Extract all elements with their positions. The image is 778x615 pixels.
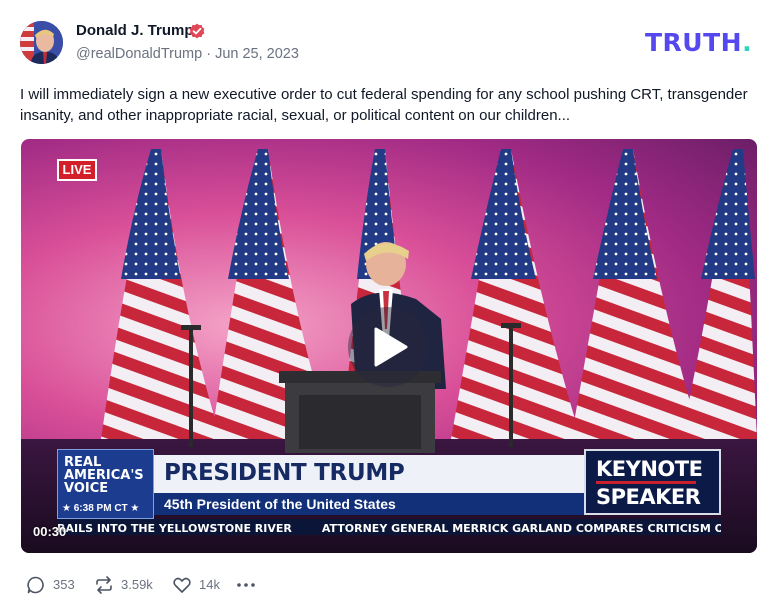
- video-timestamp: 00:30: [33, 524, 67, 539]
- retruth-icon: [96, 576, 112, 594]
- post-text[interactable]: I will immediately sign a new executive …: [20, 84, 760, 126]
- retruth-count: 3.59k: [121, 577, 153, 592]
- logo-text: TRUTH: [645, 28, 743, 57]
- truth-post: Donald J. Trump @realDonaldTrump · Jun 2…: [0, 0, 778, 615]
- live-badge: LIVE: [57, 159, 97, 181]
- video-player[interactable]: LIVE REAL AMERICA'S VOICE ★ 6:38 PM CT ★…: [21, 139, 757, 553]
- ticker-item: ATTORNEY GENERAL MERRICK GARLAND COMPARE…: [321, 522, 721, 535]
- handle-and-date[interactable]: @realDonaldTrump · Jun 25, 2023: [76, 46, 299, 62]
- chyron-subhead: 45th President of the United States: [164, 496, 396, 512]
- keynote-speaker-badge: KEYNOTE SPEAKER: [584, 449, 721, 515]
- reply-icon: [27, 576, 44, 594]
- like-count: 14k: [199, 577, 220, 592]
- chyron-headline: PRESIDENT TRUMP: [164, 460, 405, 486]
- keynote-line-1: KEYNOTE: [596, 457, 703, 481]
- logo-dot: .: [742, 28, 753, 57]
- ticker-item: RAILS INTO THE YELLOWSTONE RIVER: [57, 522, 292, 535]
- network-logo: REAL AMERICA'S VOICE ★ 6:38 PM CT ★: [57, 449, 154, 519]
- lower-third: REAL AMERICA'S VOICE ★ 6:38 PM CT ★ PRES…: [57, 449, 721, 519]
- reply-count: 353: [53, 577, 75, 592]
- headline-box: PRESIDENT TRUMP: [154, 455, 584, 493]
- play-icon: [374, 327, 408, 367]
- verified-icon: [189, 23, 205, 39]
- keynote-line-2: SPEAKER: [596, 485, 701, 509]
- more-button[interactable]: [236, 574, 258, 596]
- author-avatar[interactable]: [20, 21, 63, 64]
- more-icon: [237, 583, 255, 587]
- play-button[interactable]: [348, 307, 428, 387]
- flag-6: [681, 149, 757, 439]
- flag-4: [451, 149, 581, 439]
- subhead-box: 45th President of the United States: [154, 493, 584, 515]
- network-logo-line-3: VOICE: [64, 481, 109, 496]
- flag-5: [571, 149, 701, 439]
- news-ticker: RAILS INTO THE YELLOWSTONE RIVER ATTORNEY…: [57, 519, 721, 535]
- author-name[interactable]: Donald J. Trump: [76, 22, 194, 39]
- like-icon: [173, 577, 191, 593]
- keynote-divider: [596, 481, 696, 484]
- flag-1: [101, 149, 221, 439]
- truth-logo[interactable]: TRUTH.: [645, 28, 752, 57]
- podium: [279, 371, 441, 453]
- network-time: ★ 6:38 PM CT ★: [62, 503, 140, 514]
